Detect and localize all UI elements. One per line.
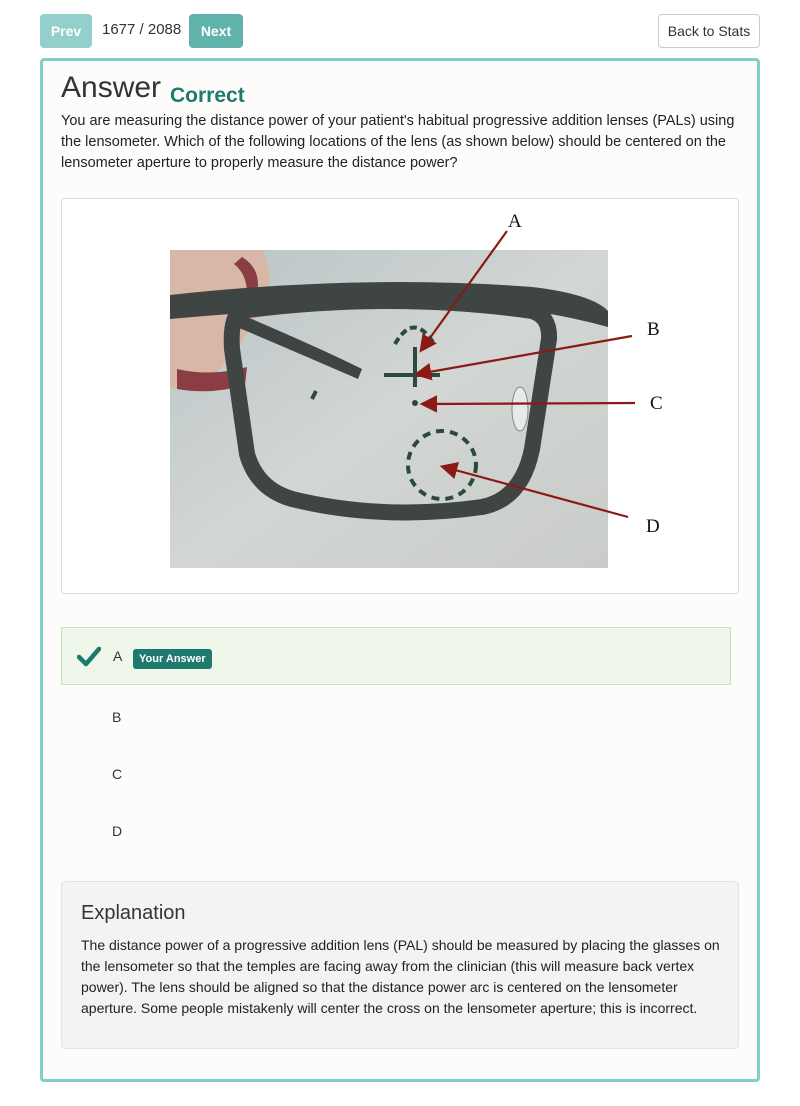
- question-counter: 1677 / 2088: [102, 21, 182, 38]
- choice-label: A: [113, 648, 123, 664]
- back-to-stats-button[interactable]: Back to Stats: [658, 14, 760, 48]
- figure-label-b: B: [647, 319, 660, 340]
- figure-label-d: D: [646, 516, 660, 537]
- choice-b[interactable]: B: [61, 688, 731, 746]
- photo: [170, 250, 608, 568]
- choice-a[interactable]: A Your Answer: [61, 627, 731, 685]
- question-figure: A B C D: [61, 198, 739, 594]
- explanation-box: Explanation The distance power of a prog…: [61, 881, 739, 1049]
- choice-d[interactable]: D: [61, 802, 731, 860]
- figure-label-a: A: [508, 211, 522, 232]
- figure-label-c: C: [650, 393, 663, 414]
- answer-title: Answer: [61, 71, 162, 104]
- next-button[interactable]: Next: [189, 14, 243, 48]
- explanation-text: The distance power of a progressive addi…: [81, 937, 720, 1016]
- choice-label: B: [112, 709, 122, 725]
- answer-panel: Answer Correct You are measuring the dis…: [40, 58, 760, 1082]
- checkmark-icon: [77, 646, 101, 667]
- choice-label: C: [112, 766, 123, 782]
- result-label: Correct: [170, 84, 245, 107]
- glasses-lens-diagram: A B C D: [170, 211, 663, 568]
- your-answer-badge: Your Answer: [133, 649, 212, 669]
- explanation-title: Explanation: [81, 902, 186, 924]
- choice-c[interactable]: C: [61, 745, 731, 803]
- choice-label: D: [112, 823, 123, 839]
- question-text: You are measuring the distance power of …: [61, 113, 735, 171]
- prev-button[interactable]: Prev: [40, 14, 92, 48]
